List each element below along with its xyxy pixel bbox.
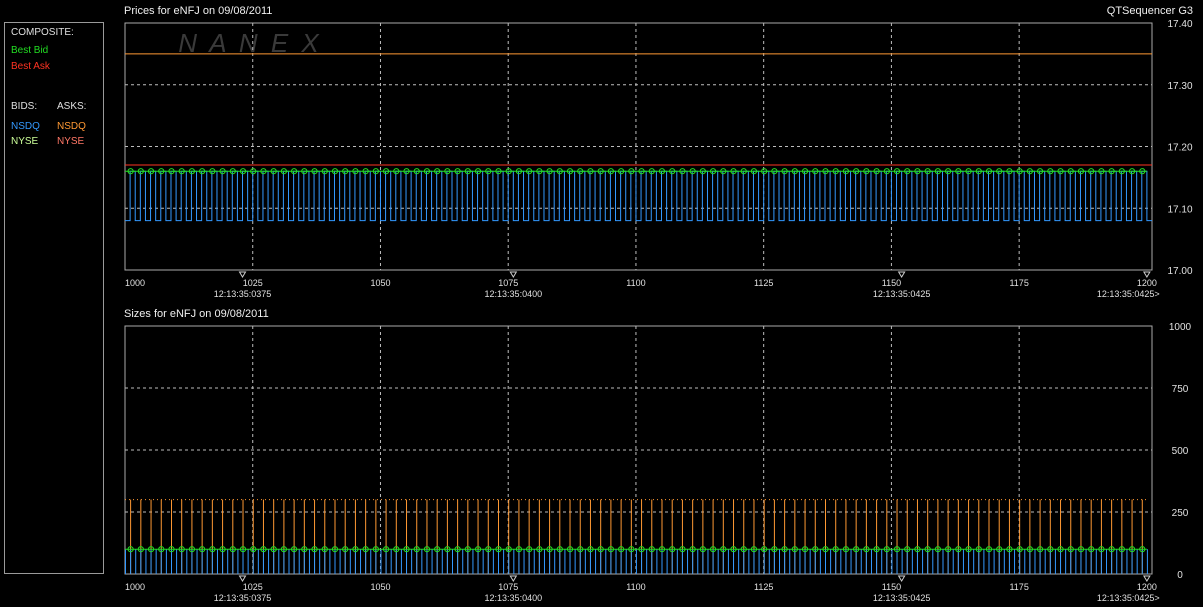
size-time-label-0: 12:13:35:0375 [214, 593, 272, 603]
price-y-tick-17.10: 17.10 [1167, 204, 1192, 215]
price-x-tick-1025: 1025 [243, 278, 263, 288]
price-y-tick-17.20: 17.20 [1167, 143, 1192, 154]
size-x-tick-1200: 1200 [1137, 582, 1157, 592]
price-time-label-3: 12:13:35:0425> [1097, 289, 1160, 299]
size-x-tick-1075: 1075 [498, 582, 518, 592]
size-y-tick-1000: 1000 [1169, 322, 1192, 333]
size-y-tick-250: 250 [1172, 508, 1189, 519]
price-time-label-2: 12:13:35:0425 [873, 289, 931, 299]
price-x-tick-1125: 1125 [754, 278, 773, 288]
size-time-marker-1 [509, 575, 518, 582]
price-time-marker-3 [1143, 271, 1151, 278]
price-x-tick-1150: 1150 [882, 278, 901, 288]
size-x-tick-1125: 1125 [754, 582, 773, 592]
price-x-tick-1000: 1000 [125, 278, 145, 288]
price-x-tick-1175: 1175 [1009, 278, 1028, 288]
size-x-tick-1000: 1000 [125, 582, 145, 592]
size-x-tick-1150: 1150 [882, 582, 901, 592]
price-time-label-1: 12:13:35:0400 [485, 289, 543, 299]
size-time-label-1: 12:13:35:0400 [485, 593, 543, 603]
price-time-marker-0 [238, 271, 247, 278]
size-time-label-2: 12:13:35:0425 [873, 593, 931, 603]
price-x-tick-1050: 1050 [370, 278, 390, 288]
price-time-marker-2 [897, 271, 906, 278]
price-x-tick-1100: 1100 [626, 278, 645, 288]
price-x-tick-1200: 1200 [1137, 278, 1157, 288]
price-y-tick-17.40: 17.40 [1167, 19, 1192, 30]
price-x-tick-1075: 1075 [498, 278, 518, 288]
size-time-marker-2 [897, 575, 906, 582]
chart-canvas: N A N E X1000 1025 1050 1075 1100 1125 1150 117… [124, 19, 1193, 603]
price-time-label-0: 12:13:35:0375 [214, 289, 272, 299]
size-x-tick-1175: 1175 [1009, 582, 1028, 592]
size-time-marker-3 [1143, 575, 1151, 582]
price-y-tick-17.00: 17.00 [1167, 266, 1192, 277]
size-time-marker-0 [238, 575, 247, 582]
size-y-tick-750: 750 [1172, 384, 1189, 395]
size-y-tick-500: 500 [1172, 446, 1189, 457]
price-y-tick-17.30: 17.30 [1167, 81, 1192, 92]
price-time-marker-1 [509, 271, 518, 278]
size-x-tick-1050: 1050 [370, 582, 390, 592]
size-x-tick-1100: 1100 [626, 582, 645, 592]
size-x-tick-1025: 1025 [243, 582, 263, 592]
size-y-tick-0: 0 [1177, 570, 1183, 581]
size-time-label-3: 12:13:35:0425> [1097, 593, 1160, 603]
